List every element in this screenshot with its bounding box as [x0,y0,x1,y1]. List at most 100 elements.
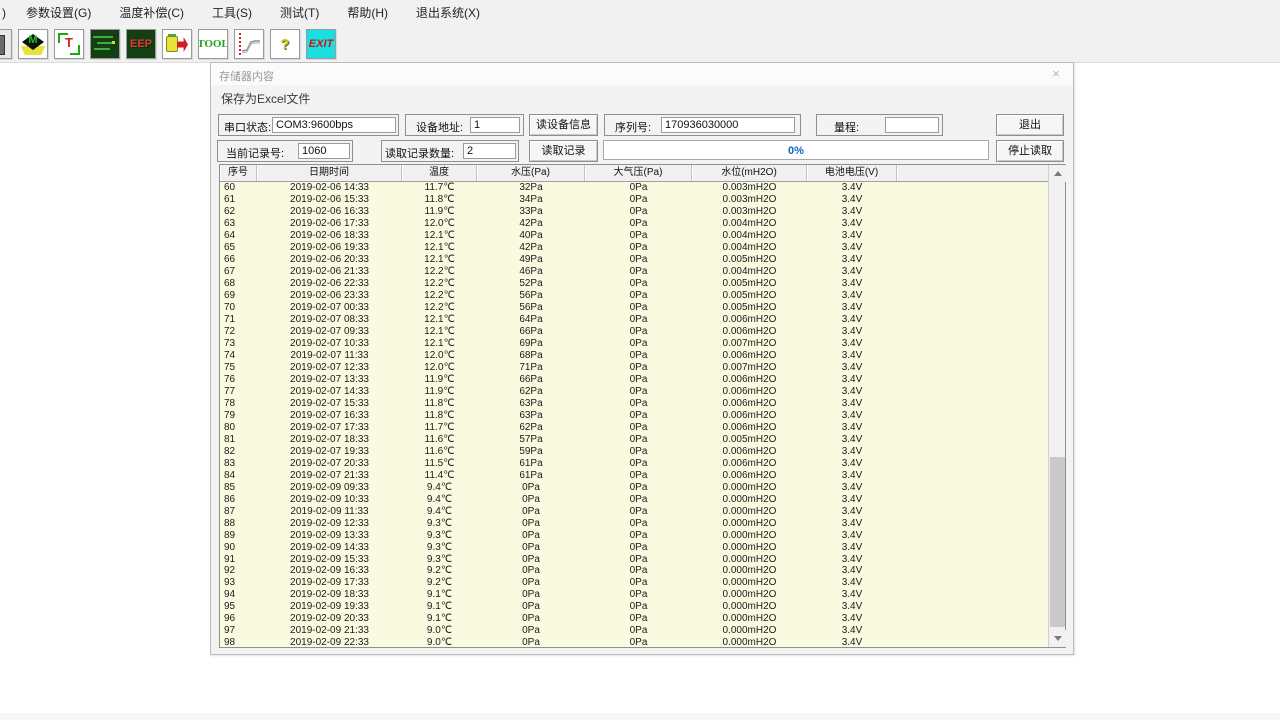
table-row[interactable]: 82 2019-02-07 19:33 11.6℃ 59Pa 0Pa 0.006… [220,445,1050,457]
column-header[interactable]: 日期时间 [257,165,402,181]
read-records-button[interactable]: 读取记录 [529,140,598,162]
cell-battery-voltage: 3.4V [807,422,897,433]
table-row[interactable]: 97 2019-02-09 21:33 9.0℃ 0Pa 0Pa 0.000mH… [220,625,1050,637]
table-row[interactable]: 67 2019-02-06 21:33 12.2℃ 46Pa 0Pa 0.004… [220,266,1050,278]
table-row[interactable]: 61 2019-02-06 15:33 11.8℃ 34Pa 0Pa 0.003… [220,194,1050,206]
table-row[interactable]: 94 2019-02-09 18:33 9.1℃ 0Pa 0Pa 0.000mH… [220,589,1050,601]
serial-number-field[interactable]: 170936030000 [661,117,795,133]
save-as-excel-menu[interactable]: 保存为Excel文件 [221,90,310,107]
table-row[interactable]: 90 2019-02-09 14:33 9.3℃ 0Pa 0Pa 0.000mH… [220,541,1050,553]
table-row[interactable]: 85 2019-02-09 09:33 9.4℃ 0Pa 0Pa 0.000mH… [220,481,1050,493]
table-row[interactable]: 73 2019-02-07 10:33 12.1℃ 69Pa 0Pa 0.007… [220,338,1050,350]
progress-bar: 0% [603,140,989,160]
board-toolbar-button[interactable] [90,29,120,59]
range-field[interactable] [885,117,939,133]
cell-seq: 94 [220,589,257,600]
close-icon[interactable]: × [1047,65,1065,83]
cell-temperature: 12.0℃ [402,350,477,361]
cell-water-level: 0.003mH2O [692,194,807,205]
table-row[interactable]: 89 2019-02-09 13:33 9.3℃ 0Pa 0Pa 0.000mH… [220,529,1050,541]
stop-reading-button[interactable]: 停止读取 [996,140,1064,162]
table-row[interactable]: 69 2019-02-06 23:33 12.2℃ 56Pa 0Pa 0.005… [220,290,1050,302]
read-device-info-button[interactable]: 读设备信息 [529,114,598,136]
help-toolbar-button[interactable]: ? [270,29,300,59]
column-header[interactable]: 序号 [220,165,257,181]
column-header[interactable]: 电池电压(V) [807,165,897,181]
table-row[interactable]: 98 2019-02-09 22:33 9.0℃ 0Pa 0Pa 0.000mH… [220,637,1050,649]
cell-temperature: 11.7℃ [402,182,477,193]
tool-toolbar-button[interactable]: TOOL [198,29,228,59]
cell-water-pressure: 61Pa [477,470,585,481]
menu-item[interactable]: 测试(T) [266,0,333,26]
table-row[interactable]: 63 2019-02-06 17:33 12.0℃ 42Pa 0Pa 0.004… [220,218,1050,230]
cell-water-pressure: 0Pa [477,637,585,648]
table-row[interactable]: 71 2019-02-07 08:33 12.1℃ 64Pa 0Pa 0.006… [220,314,1050,326]
menu-item[interactable]: 工具(S) [198,0,266,26]
cell-battery-voltage: 3.4V [807,554,897,565]
table-row[interactable]: 66 2019-02-06 20:33 12.1℃ 49Pa 0Pa 0.005… [220,254,1050,266]
table-row[interactable]: 83 2019-02-07 20:33 11.5℃ 61Pa 0Pa 0.006… [220,457,1050,469]
table-row[interactable]: 60 2019-02-06 14:33 11.7℃ 32Pa 0Pa 0.003… [220,182,1050,194]
menu-item[interactable]: 退出系统(X) [402,0,494,26]
scroll-down-icon[interactable] [1049,630,1066,647]
table-row[interactable]: 95 2019-02-09 19:33 9.1℃ 0Pa 0Pa 0.000mH… [220,601,1050,613]
table-row[interactable]: 62 2019-02-06 16:33 11.9℃ 33Pa 0Pa 0.003… [220,206,1050,218]
exit-icon: EXIT [307,30,335,58]
table-row[interactable]: 96 2019-02-09 20:33 9.1℃ 0Pa 0Pa 0.000mH… [220,613,1050,625]
cell-datetime: 2019-02-07 21:33 [257,470,402,481]
table-row[interactable]: 79 2019-02-07 16:33 11.8℃ 63Pa 0Pa 0.006… [220,409,1050,421]
table-row[interactable]: 80 2019-02-07 17:33 11.7℃ 62Pa 0Pa 0.006… [220,421,1050,433]
cell-temperature: 11.4℃ [402,470,477,481]
serial-port-field[interactable]: COM3:9600bps [272,117,396,133]
menu-item[interactable]: 参数设置(G) [12,0,105,26]
current-record-field[interactable]: 1060 [298,143,350,159]
exit-toolbar-button[interactable]: EXIT [306,29,336,59]
cell-battery-voltage: 3.4V [807,314,897,325]
table-row[interactable]: 77 2019-02-07 14:33 11.9℃ 62Pa 0Pa 0.006… [220,385,1050,397]
device-address-field[interactable]: 1 [470,117,520,133]
cell-temperature: 12.0℃ [402,218,477,229]
menu-item[interactable]: 帮助(H) [333,0,402,26]
eeprom-toolbar-button[interactable]: EEP [126,29,156,59]
exit-button[interactable]: 退出 [996,114,1064,136]
scroll-up-icon[interactable] [1049,165,1066,182]
read-count-field[interactable]: 2 [463,143,516,159]
table-row[interactable]: 91 2019-02-09 15:33 9.3℃ 0Pa 0Pa 0.000mH… [220,553,1050,565]
scrollbar-thumb[interactable] [1050,457,1065,627]
table-row[interactable]: 88 2019-02-09 12:33 9.3℃ 0Pa 0Pa 0.000mH… [220,517,1050,529]
measure-toolbar-button[interactable]: M [18,29,48,59]
curve-toolbar-button[interactable] [234,29,264,59]
column-header[interactable] [897,165,1050,181]
column-header[interactable]: 水位(mH2O) [692,165,807,181]
column-header[interactable]: 大气压(Pa) [585,165,692,181]
device-toolbar-button[interactable] [0,29,12,59]
menu-item[interactable]: 温度补偿(C) [105,0,198,26]
table-row[interactable]: 76 2019-02-07 13:33 11.9℃ 66Pa 0Pa 0.006… [220,374,1050,386]
table-row[interactable]: 87 2019-02-09 11:33 9.4℃ 0Pa 0Pa 0.000mH… [220,505,1050,517]
cell-water-level: 0.000mH2O [692,637,807,648]
table-row[interactable]: 86 2019-02-09 10:33 9.4℃ 0Pa 0Pa 0.000mH… [220,493,1050,505]
table-row[interactable]: 72 2019-02-07 09:33 12.1℃ 66Pa 0Pa 0.006… [220,326,1050,338]
table-row[interactable]: 93 2019-02-09 17:33 9.2℃ 0Pa 0Pa 0.000mH… [220,577,1050,589]
cell-water-level: 0.000mH2O [692,589,807,600]
table-row[interactable]: 64 2019-02-06 18:33 12.1℃ 40Pa 0Pa 0.004… [220,230,1050,242]
table-row[interactable]: 68 2019-02-06 22:33 12.2℃ 52Pa 0Pa 0.005… [220,278,1050,290]
table-row[interactable]: 78 2019-02-07 15:33 11.8℃ 63Pa 0Pa 0.006… [220,397,1050,409]
temperature-toolbar-button[interactable]: T [54,29,84,59]
column-header[interactable]: 温度 [402,165,477,181]
table-row[interactable]: 70 2019-02-07 00:33 12.2℃ 56Pa 0Pa 0.005… [220,302,1050,314]
cell-battery-voltage: 3.4V [807,446,897,457]
table-row[interactable]: 74 2019-02-07 11:33 12.0℃ 68Pa 0Pa 0.006… [220,350,1050,362]
column-header[interactable]: 水压(Pa) [477,165,585,181]
table-row[interactable]: 84 2019-02-07 21:33 11.4℃ 61Pa 0Pa 0.006… [220,469,1050,481]
menu-item[interactable]: ) [0,0,12,26]
table-row[interactable]: 65 2019-02-06 19:33 12.1℃ 42Pa 0Pa 0.004… [220,242,1050,254]
transfer-toolbar-button[interactable] [162,29,192,59]
cell-seq: 83 [220,458,257,469]
table-row[interactable]: 81 2019-02-07 18:33 11.6℃ 57Pa 0Pa 0.005… [220,433,1050,445]
serial-number-group: 序列号: 170936030000 [604,114,801,136]
table-row[interactable]: 92 2019-02-09 16:33 9.2℃ 0Pa 0Pa 0.000mH… [220,565,1050,577]
cell-water-pressure: 0Pa [477,565,585,576]
table-row[interactable]: 75 2019-02-07 12:33 12.0℃ 71Pa 0Pa 0.007… [220,362,1050,374]
vertical-scrollbar[interactable] [1048,165,1065,647]
